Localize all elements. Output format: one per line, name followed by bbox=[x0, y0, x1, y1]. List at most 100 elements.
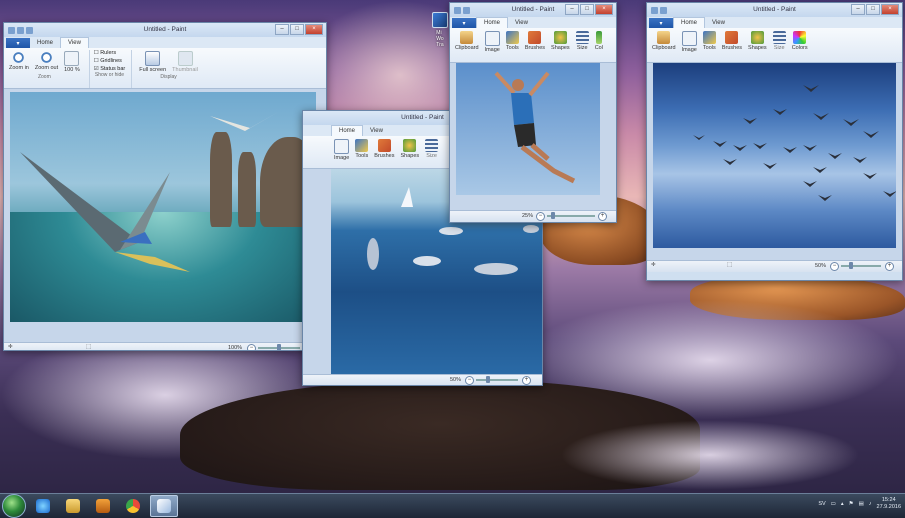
size-button[interactable]: Size bbox=[422, 138, 441, 168]
paint-window[interactable]: Untitled - Paint – □ × ▾ Home View Clipb… bbox=[646, 2, 903, 281]
maximize-button[interactable]: □ bbox=[866, 4, 880, 15]
gridlines-checkbox[interactable]: ☐ Gridlines bbox=[94, 58, 126, 64]
zoom-in-small-button[interactable]: + bbox=[598, 212, 607, 221]
zoom-slider[interactable] bbox=[476, 379, 518, 381]
move-icon: ✛ bbox=[8, 344, 13, 350]
clock-date: 27.9.2016 bbox=[876, 504, 901, 510]
brushes-button[interactable]: Brushes bbox=[522, 30, 548, 62]
thumbnail-button[interactable]: Thumbnail bbox=[169, 50, 201, 74]
paint-window[interactable]: Untitled - Paint – □ × ▾ Home View Clipb… bbox=[449, 2, 617, 223]
volume-icon[interactable]: ♪ bbox=[869, 501, 872, 507]
window-controls[interactable]: – □ × bbox=[565, 4, 613, 15]
full-screen-button[interactable]: Full screen bbox=[136, 50, 169, 74]
jumping-man bbox=[494, 71, 576, 184]
brush-icon bbox=[377, 139, 391, 152]
ribbon: Clipboard Image Tools Brushes Shapes Siz… bbox=[647, 28, 902, 63]
title-bar[interactable]: Untitled - Paint – □ × bbox=[647, 3, 902, 17]
show-hidden-icons[interactable]: ▴ bbox=[841, 501, 844, 507]
taskbar-paint-button[interactable] bbox=[150, 495, 178, 517]
zoom-slider[interactable] bbox=[841, 265, 881, 267]
desktop-shortcut[interactable]: Mi Wo Tra bbox=[432, 12, 448, 50]
maximize-button[interactable]: □ bbox=[290, 24, 304, 35]
minimize-button[interactable]: – bbox=[851, 4, 865, 15]
flag-icon[interactable]: ⚑ bbox=[849, 501, 854, 507]
shapes-button[interactable]: Shapes bbox=[397, 138, 422, 168]
shapes-button[interactable]: Shapes bbox=[548, 30, 573, 62]
start-button[interactable] bbox=[2, 494, 26, 518]
tab-home[interactable]: Home bbox=[331, 125, 364, 136]
colors-button[interactable]: Colors bbox=[789, 30, 811, 62]
size-button[interactable]: Size bbox=[573, 30, 592, 62]
language-indicator[interactable]: SV bbox=[818, 501, 825, 507]
tools-button[interactable]: Tools bbox=[700, 30, 719, 62]
ribbon: Clipboard Image Tools Brushes Shapes Siz… bbox=[450, 28, 616, 63]
zoom-in-button[interactable]: Zoom in bbox=[6, 50, 32, 74]
canvas-image-jumping-man[interactable] bbox=[456, 63, 600, 195]
paint-window[interactable]: Untitled - Paint – □ × ▾ Home View Zoom … bbox=[3, 22, 327, 351]
file-menu-button[interactable]: ▾ bbox=[452, 18, 476, 28]
zoom-out-small-button[interactable]: − bbox=[247, 344, 256, 350]
tab-view[interactable]: View bbox=[508, 18, 535, 28]
group-label-display: Display bbox=[160, 74, 177, 80]
network-icon[interactable]: ▤ bbox=[859, 501, 864, 507]
pterodactyl bbox=[20, 152, 190, 272]
maximize-button[interactable]: □ bbox=[580, 4, 594, 15]
rock-stack bbox=[238, 152, 256, 227]
taskbar-ie-button[interactable] bbox=[30, 496, 56, 516]
close-button[interactable]: × bbox=[881, 4, 899, 15]
file-menu-button[interactable]: ▾ bbox=[6, 38, 30, 48]
canvas-area[interactable] bbox=[647, 63, 902, 260]
clipboard-button[interactable]: Clipboard bbox=[649, 30, 679, 62]
title-bar[interactable]: Untitled - Paint – □ × bbox=[4, 23, 326, 37]
canvas-area[interactable] bbox=[4, 89, 326, 342]
zoom-in-small-button[interactable]: + bbox=[522, 376, 531, 385]
taskbar-explorer-button[interactable] bbox=[60, 496, 86, 516]
zoom-slider-thumb[interactable] bbox=[551, 212, 555, 219]
window-controls[interactable]: – □ × bbox=[275, 24, 323, 35]
size-icon bbox=[575, 31, 589, 44]
brushes-button[interactable]: Brushes bbox=[719, 30, 745, 62]
tab-view[interactable]: View bbox=[363, 126, 390, 136]
minimize-button[interactable]: – bbox=[275, 24, 289, 35]
zoom-slider-thumb[interactable] bbox=[277, 344, 281, 350]
zoom-out-small-button[interactable]: − bbox=[465, 376, 474, 385]
minimize-button[interactable]: – bbox=[565, 4, 579, 15]
thumbnail-icon bbox=[177, 51, 193, 66]
image-button[interactable]: Image bbox=[482, 30, 503, 62]
zoom-slider-thumb[interactable] bbox=[486, 376, 490, 383]
rulers-checkbox[interactable]: ☐ Rulers bbox=[94, 50, 126, 56]
tab-home[interactable]: Home bbox=[673, 17, 706, 28]
tab-view[interactable]: View bbox=[60, 37, 89, 48]
canvas-area[interactable] bbox=[450, 63, 616, 210]
zoom-100-button[interactable]: 100 % bbox=[61, 50, 83, 74]
size-button[interactable]: Size bbox=[770, 30, 789, 62]
tab-view[interactable]: View bbox=[705, 18, 732, 28]
zoom-out-button[interactable]: Zoom out bbox=[32, 50, 61, 74]
colors-button[interactable]: Col bbox=[592, 30, 606, 62]
zoom-out-small-button[interactable]: − bbox=[536, 212, 545, 221]
window-controls[interactable]: – □ × bbox=[851, 4, 899, 15]
shapes-button[interactable]: Shapes bbox=[745, 30, 770, 62]
tab-home[interactable]: Home bbox=[476, 17, 509, 28]
image-button[interactable]: Image bbox=[331, 138, 352, 168]
keyboard-icon[interactable]: ▭ bbox=[831, 501, 836, 507]
zoom-in-small-button[interactable]: + bbox=[885, 262, 894, 271]
zoom-slider-thumb[interactable] bbox=[849, 262, 853, 269]
clock[interactable]: 15:24 27.9.2016 bbox=[877, 497, 901, 511]
tools-button[interactable]: Tools bbox=[503, 30, 522, 62]
zoom-out-small-button[interactable]: − bbox=[830, 262, 839, 271]
image-button[interactable]: Image bbox=[679, 30, 700, 62]
tools-button[interactable]: Tools bbox=[352, 138, 371, 168]
clipboard-button[interactable]: Clipboard bbox=[452, 30, 482, 62]
title-bar[interactable]: Untitled - Paint – □ × bbox=[450, 3, 616, 17]
close-button[interactable]: × bbox=[595, 4, 613, 15]
canvas-image-pterodactyl[interactable] bbox=[10, 92, 316, 322]
taskbar-media-button[interactable] bbox=[90, 496, 116, 516]
taskbar-chrome-button[interactable] bbox=[120, 496, 146, 516]
tab-home[interactable]: Home bbox=[30, 38, 60, 48]
clock-time: 15:24 bbox=[881, 497, 896, 503]
canvas-image-birds-flock[interactable] bbox=[653, 63, 897, 248]
close-button[interactable]: × bbox=[305, 24, 323, 35]
file-menu-button[interactable]: ▾ bbox=[649, 18, 673, 28]
brushes-button[interactable]: Brushes bbox=[371, 138, 397, 168]
